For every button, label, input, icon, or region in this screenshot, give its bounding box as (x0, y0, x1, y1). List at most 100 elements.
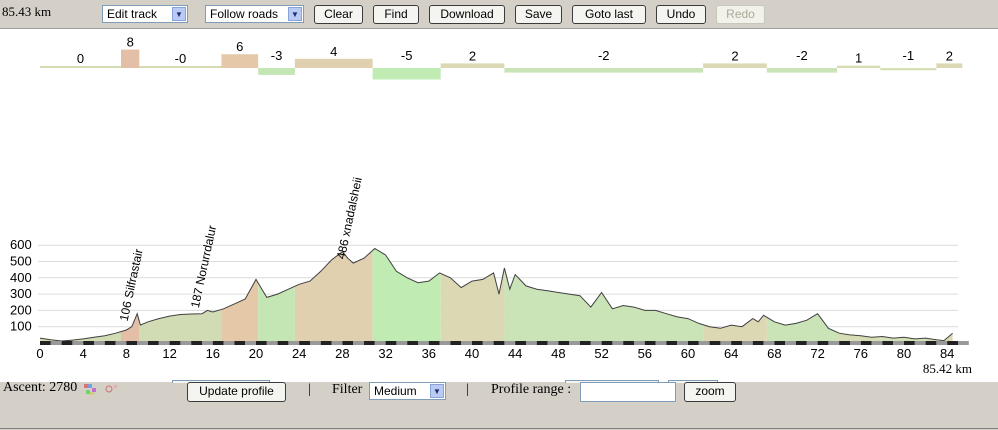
x-tick-label: 28 (335, 346, 349, 361)
y-tick-label: 100 (10, 319, 32, 334)
profile-segment-fill (766, 248, 838, 343)
x-tick-label: 44 (508, 346, 522, 361)
x-axis-scale-segment (418, 341, 429, 345)
x-axis-scale-segment (828, 341, 840, 345)
chevron-down-icon: ▼ (172, 7, 186, 21)
goto-last-button[interactable]: Goto last (572, 5, 646, 24)
profile-segment-fill (221, 248, 259, 343)
grade-label: -2 (796, 48, 808, 63)
zoom-button[interactable]: zoom (684, 382, 736, 402)
x-axis-scale-segment (958, 341, 969, 345)
y-tick-label: 600 (10, 237, 32, 252)
x-axis-scale-segment (558, 341, 570, 345)
x-axis-scale-segment (515, 341, 526, 345)
grade-bar (703, 63, 767, 68)
profile-segment-fill (440, 248, 505, 343)
x-tick-label: 48 (551, 346, 565, 361)
ascent-label: Ascent: 2780 (3, 380, 78, 395)
profile-segment-fill (40, 248, 121, 343)
waypoint-label: 486 xnadalsheii (334, 176, 365, 260)
x-axis-scale-segment (634, 341, 645, 345)
x-tick-label: 16 (206, 346, 220, 361)
redo-button[interactable]: Redo (716, 5, 765, 24)
x-axis-scale-segment (580, 341, 591, 345)
grade-bars: 0 8 -0 6 -3 4 -5 2 -2 2 -2 1 -1 2 (40, 35, 963, 80)
x-axis-scale-segment (342, 341, 354, 345)
x-axis-scale-segment (472, 341, 483, 345)
x-axis-scale-segment (450, 341, 462, 345)
waypoint-label: 106 Silfrastair (117, 248, 146, 323)
x-tick-label: 84 (940, 346, 954, 361)
x-axis-scale-segment (461, 341, 472, 345)
x-axis-scale-segment (83, 341, 94, 345)
x-axis-scale-segment (180, 341, 192, 345)
x-tick-label: 52 (594, 346, 608, 361)
x-axis-scale-segment (914, 341, 926, 345)
save-button[interactable]: Save (515, 5, 562, 24)
track-distance: 85.43 km (2, 4, 52, 19)
profile-range-label: Profile range : (491, 382, 572, 397)
x-axis-scale-segment (612, 341, 624, 345)
profile-fill (40, 248, 953, 343)
x-tick-label: 64 (724, 346, 738, 361)
x-axis-scale-segment (212, 341, 224, 345)
x-axis-scale-segment (482, 341, 494, 345)
x-axis-scale-segment (936, 341, 948, 345)
grade-bar (372, 68, 441, 80)
elevation-profile-chart[interactable]: 08-06-3 4 -5 2 -2 2 -2 1 -1 2 100200300400500600 … (0, 28, 998, 380)
x-tick-label: 4 (80, 346, 87, 361)
filter-select[interactable]: Medium ▼ (369, 382, 446, 400)
x-axis-scale-segment (104, 341, 116, 345)
grade-bar (440, 63, 505, 68)
x-axis-scale-segment (61, 341, 73, 345)
x-axis-scale-segment (245, 341, 256, 345)
routing-select[interactable]: Follow roads ▼ (205, 5, 304, 23)
x-axis-scale-segment (266, 341, 278, 345)
x-axis-scale-segment (72, 341, 84, 345)
find-button[interactable]: Find (373, 5, 419, 24)
x-axis-scale-segment (40, 341, 51, 345)
x-axis-scale-segment (677, 341, 688, 345)
x-axis-scale-segment (536, 341, 548, 345)
mode-select[interactable]: Edit track ▼ (102, 5, 188, 23)
profile-range-input[interactable] (580, 382, 676, 402)
x-axis-scale-segment (882, 341, 894, 345)
x-axis-scale-segment (806, 341, 818, 345)
x-axis-scale-segment (288, 341, 300, 345)
update-profile-button[interactable]: Update profile (187, 382, 286, 402)
x-axis-scale-segment (601, 341, 613, 345)
bottom-bar: Ascent: 2780 Update profile | Filter Med… (0, 380, 998, 430)
x-axis-scale-segment (331, 341, 343, 345)
separator: | (466, 382, 469, 397)
x-tick-label: 76 (854, 346, 868, 361)
grade-label: -2 (598, 48, 610, 63)
download-button[interactable]: Download (429, 5, 505, 24)
x-axis-scale-segment (126, 341, 138, 345)
x-axis-scale-segment (158, 341, 170, 345)
x-axis-scale-segment (688, 341, 699, 345)
undo-button[interactable]: Undo (656, 5, 706, 24)
x-axis-scale-segment (428, 341, 440, 345)
profile-segment-fill (139, 248, 222, 343)
x-axis-scale-segment (785, 341, 796, 345)
x-axis-scale-segment (364, 341, 375, 345)
x-axis-scale-segment (191, 341, 202, 345)
x-tick-label: 0 (36, 346, 43, 361)
grade-label: 2 (469, 48, 476, 63)
profile-segment-fill (880, 248, 937, 343)
x-axis-scale-segment (277, 341, 289, 345)
x-axis-scale-segment (947, 341, 958, 345)
x-axis-scale-segment (223, 341, 235, 345)
x-axis-scale-segment (709, 341, 721, 345)
y-tick-label: 400 (10, 270, 32, 285)
routing-select-value: Follow roads (210, 7, 279, 21)
separator: | (308, 382, 311, 397)
x-axis-scale-segment (796, 341, 807, 345)
grade-bar (504, 68, 704, 73)
x-axis-scale-segment (763, 341, 775, 345)
x-tick-label: 8 (123, 346, 130, 361)
clear-button[interactable]: Clear (314, 5, 363, 24)
grade-bar (221, 54, 259, 68)
x-axis-scale-segment (774, 341, 786, 345)
x-axis-scale-segment (752, 341, 764, 345)
